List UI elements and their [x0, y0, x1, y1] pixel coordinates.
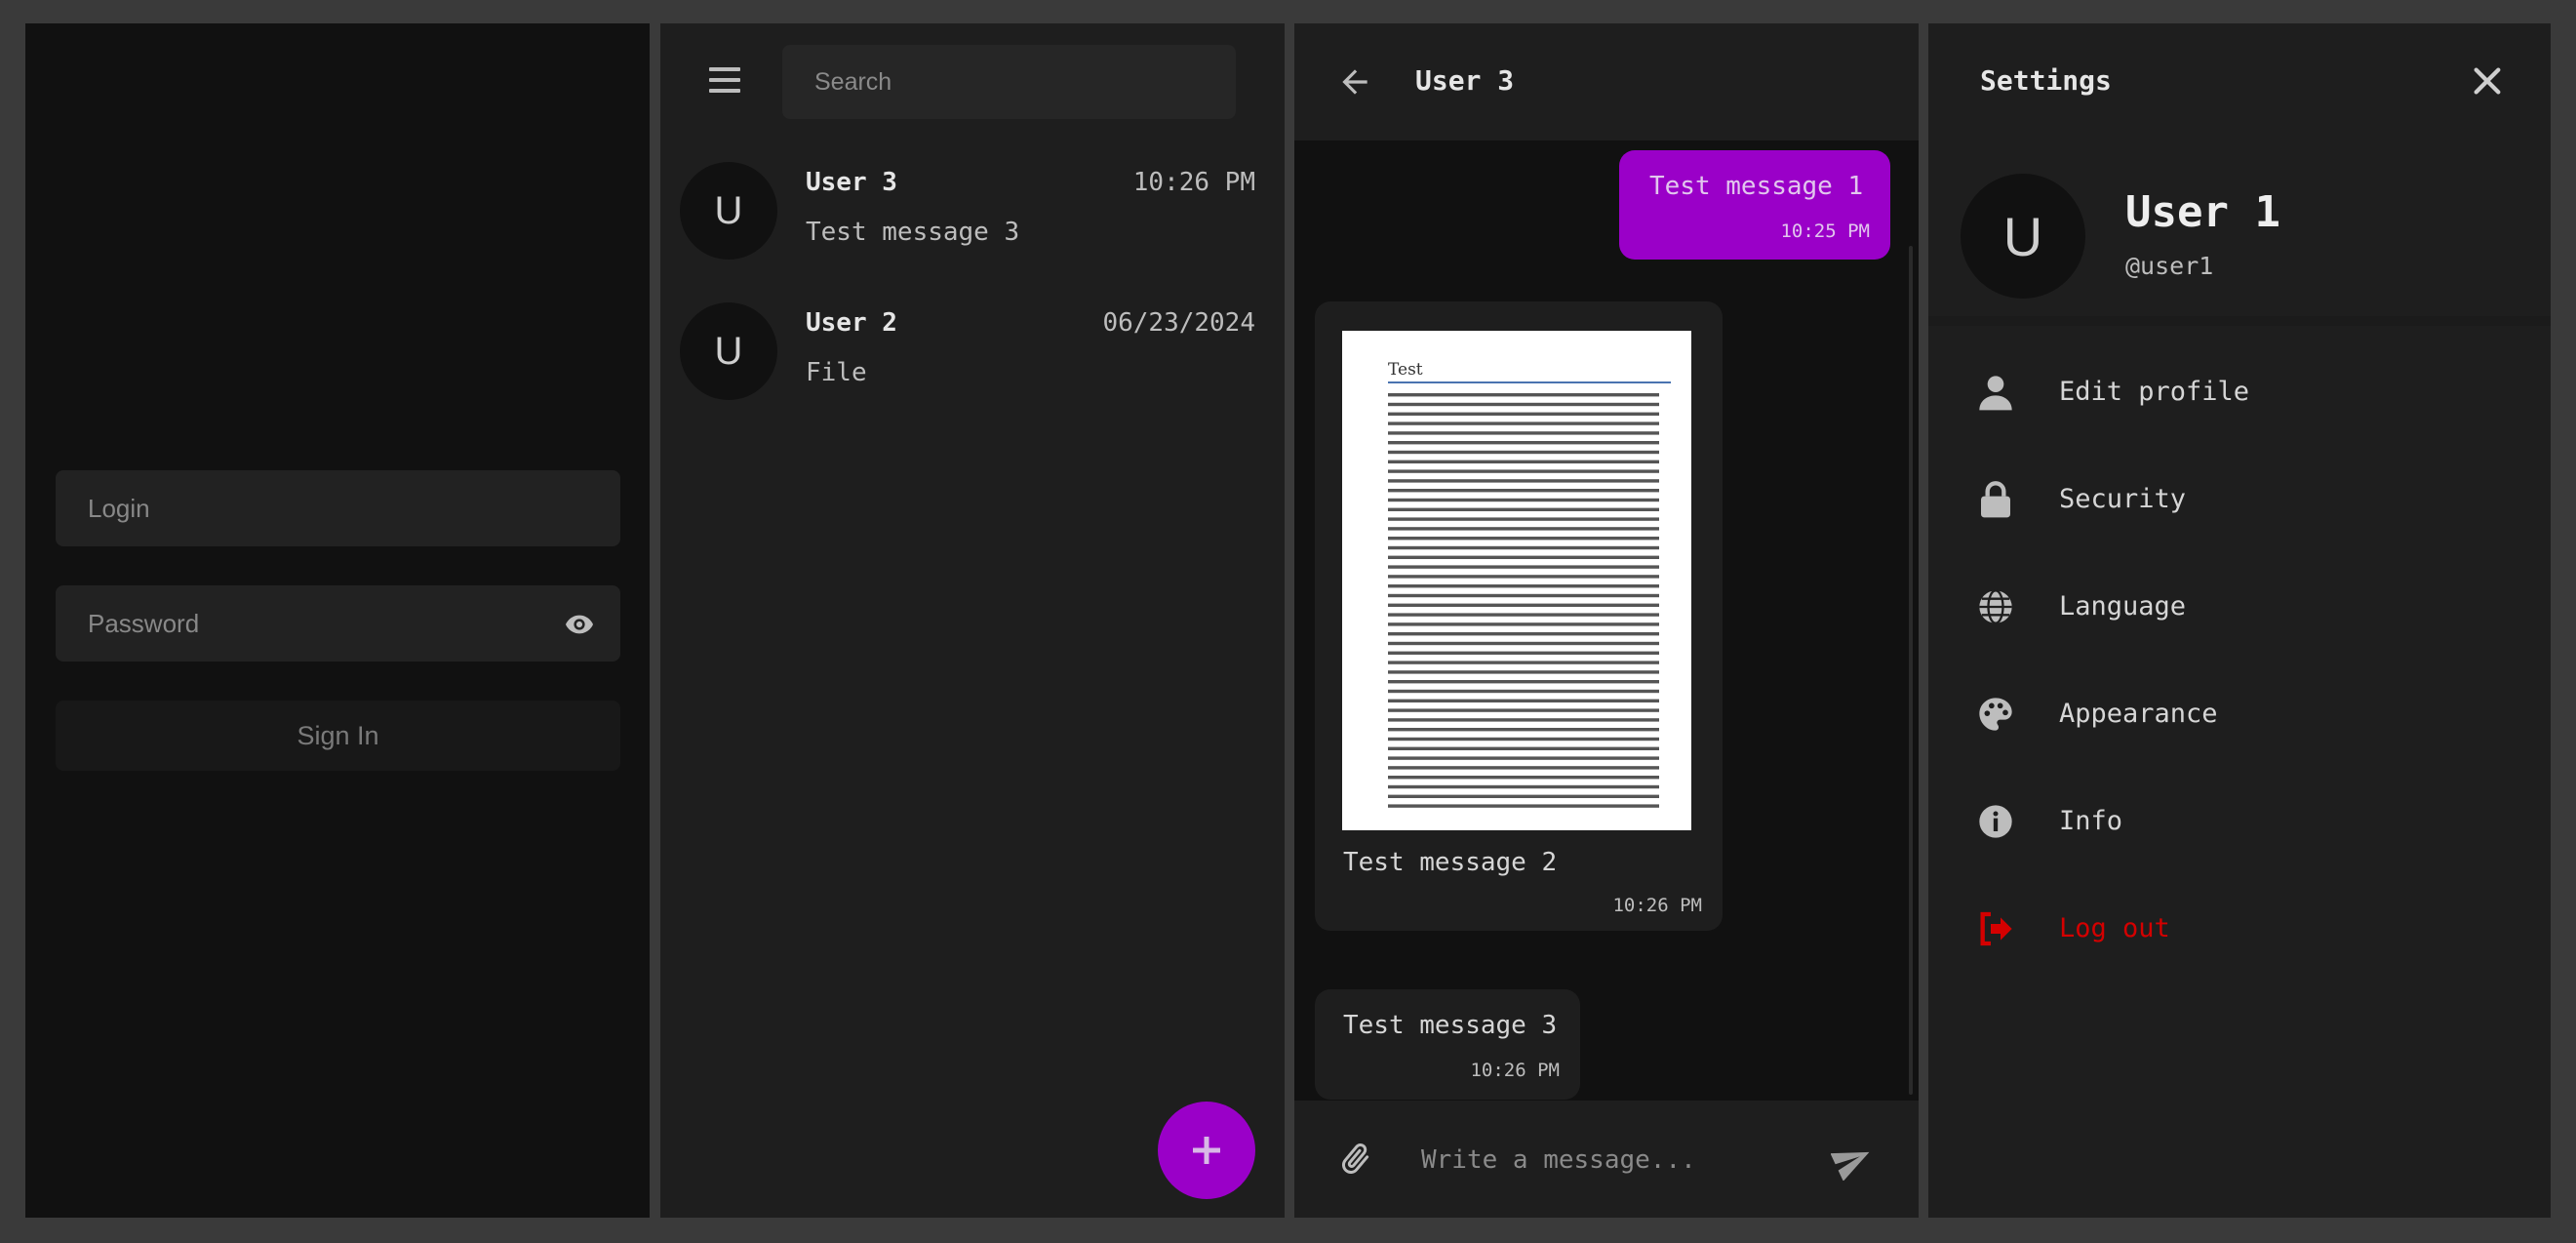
send-icon[interactable] — [1831, 1140, 1874, 1181]
chat-list-item[interactable]: U User 2 06/23/2024 File — [660, 281, 1285, 418]
menu-item-label: Edit profile — [2059, 377, 2250, 407]
chat-header: User 3 — [1294, 23, 1919, 140]
message-text: Test message 3 — [1343, 1011, 1558, 1040]
profile-card: U User 1 @user1 — [1928, 140, 2551, 326]
message-list: Test message 1 10:25 PM Test Test messag… — [1294, 140, 1919, 1101]
menu-item-edit-profile[interactable]: Edit profile — [1928, 339, 2551, 446]
lock-icon — [1981, 481, 2010, 518]
paperclip-icon[interactable] — [1336, 1140, 1375, 1179]
chat-preview: Test message 3 — [806, 218, 1020, 247]
message-bubble-incoming[interactable]: Test Test message 2 10:26 PM — [1315, 301, 1723, 931]
chat-title: User 3 — [1415, 64, 1515, 97]
menu-item-security[interactable]: Security — [1928, 446, 2551, 553]
avatar: U — [680, 162, 777, 260]
message-bubble-outgoing[interactable]: Test message 1 10:25 PM — [1619, 150, 1890, 260]
profile-username: @user1 — [2125, 252, 2214, 280]
document-text-lines — [1388, 393, 1659, 808]
menu-item-info[interactable]: Info — [1928, 768, 2551, 875]
sign-in-button[interactable]: Sign In — [56, 701, 620, 771]
chat-time: 10:26 PM — [1132, 168, 1255, 197]
document-title: Test — [1388, 360, 1423, 380]
message-time: 10:25 PM — [1780, 221, 1870, 242]
document-rule — [1388, 381, 1671, 383]
close-icon[interactable] — [2471, 64, 2504, 98]
chat-preview: File — [806, 358, 867, 387]
chat-time: 06/23/2024 — [1102, 308, 1255, 338]
avatar: U — [1961, 174, 2085, 299]
palette-icon — [1979, 698, 2012, 731]
search-input[interactable] — [782, 45, 1236, 119]
chat-name: User 2 — [806, 308, 897, 338]
document-preview[interactable]: Test — [1342, 331, 1691, 830]
new-chat-button[interactable] — [1158, 1102, 1255, 1199]
search-box[interactable] — [782, 45, 1236, 119]
menu-item-log-out[interactable]: Log out — [1928, 875, 2551, 982]
message-text: Test message 2 — [1343, 848, 1558, 877]
message-text: Test message 1 — [1649, 172, 1864, 201]
login-panel: Sign In — [25, 23, 650, 1218]
avatar: U — [680, 302, 777, 400]
menu-item-label: Log out — [2059, 913, 2170, 943]
globe-icon — [1979, 589, 2012, 624]
logout-icon — [1980, 911, 2012, 946]
message-composer — [1294, 1101, 1919, 1218]
password-input[interactable] — [56, 585, 620, 662]
plus-icon — [1193, 1137, 1220, 1164]
message-input[interactable] — [1419, 1130, 1803, 1190]
menu-item-label: Language — [2059, 591, 2187, 622]
eye-icon[interactable] — [564, 609, 595, 640]
message-bubble-incoming[interactable]: Test message 3 10:26 PM — [1315, 989, 1580, 1100]
person-icon — [1979, 376, 2012, 411]
message-time: 10:26 PM — [1470, 1060, 1560, 1081]
message-time: 10:26 PM — [1612, 895, 1702, 916]
menu-item-appearance[interactable]: Appearance — [1928, 661, 2551, 768]
menu-item-label: Security — [2059, 484, 2187, 514]
login-input[interactable] — [56, 470, 620, 546]
settings-title: Settings — [1980, 64, 2112, 97]
login-field[interactable] — [56, 470, 620, 546]
scrollbar[interactable] — [1909, 246, 1913, 1095]
menu-item-label: Info — [2059, 806, 2123, 836]
info-icon — [1979, 805, 2012, 838]
chat-panel: User 3 Test message 1 10:25 PM Test Test… — [1294, 23, 1919, 1218]
chat-list-item[interactable]: U User 3 10:26 PM Test message 3 — [660, 140, 1285, 277]
hamburger-icon[interactable] — [707, 62, 742, 98]
menu-item-language[interactable]: Language — [1928, 553, 2551, 661]
profile-name: User 1 — [2125, 187, 2280, 237]
password-field[interactable] — [56, 585, 620, 662]
chat-list-panel: U User 3 10:26 PM Test message 3 U User … — [660, 23, 1285, 1218]
back-arrow-icon[interactable] — [1336, 63, 1373, 100]
menu-item-label: Appearance — [2059, 699, 2218, 729]
chat-name: User 3 — [806, 168, 897, 197]
settings-panel: Settings U User 1 @user1 Edit profile Se… — [1928, 23, 2551, 1218]
